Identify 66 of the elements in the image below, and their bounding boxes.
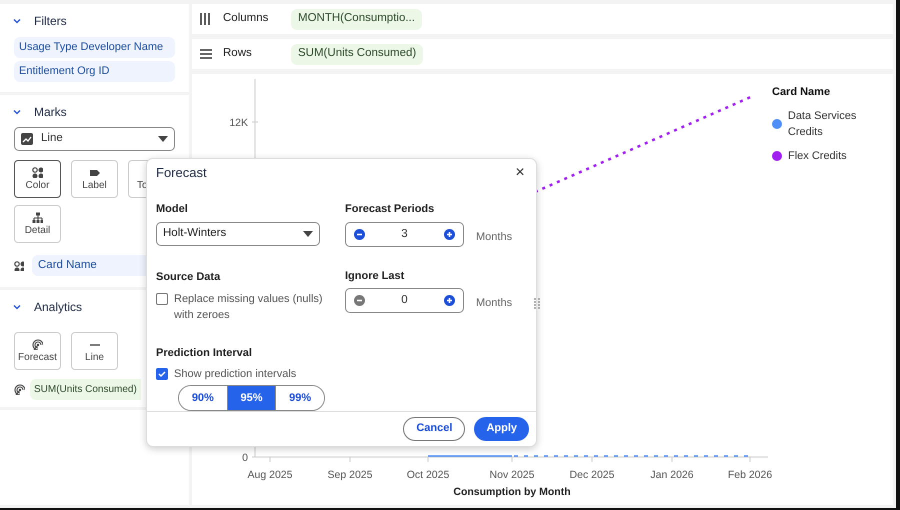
interval-option[interactable]: 95% (226, 386, 276, 410)
axis-tick-label: Feb 2026 (728, 469, 772, 481)
legend-label: Flex Credits (788, 148, 847, 164)
axis-tick-label: Nov 2025 (490, 469, 534, 481)
section-title: Analytics (34, 299, 82, 316)
unit-label: Months (476, 296, 512, 312)
dots-icon (32, 167, 43, 178)
chevron-down-icon[interactable] (12, 107, 22, 117)
rows-icon (199, 47, 213, 61)
caret-icon (158, 136, 168, 142)
mark-button[interactable]: Label (71, 160, 118, 198)
radar-icon (32, 339, 43, 350)
tag-icon (89, 167, 100, 178)
hierarchy-icon (32, 212, 43, 223)
legend-title: Card Name (772, 85, 832, 100)
number-stepper[interactable]: 0 (345, 288, 464, 314)
axis-tick-label: 12K (229, 117, 248, 129)
legend-label: Data Services Credits (788, 108, 858, 140)
checkbox[interactable] (156, 293, 168, 306)
axis-tick-label: Aug 2025 (248, 469, 292, 481)
axis-title: Consumption by Month (453, 486, 571, 498)
field-label: Model (156, 202, 189, 218)
checkbox[interactable] (156, 368, 168, 380)
shelf-label: Columns (223, 11, 270, 26)
axis-tick-label: Dec 2025 (570, 469, 614, 481)
unit-label: Months (476, 230, 512, 245)
caret-icon (303, 230, 313, 237)
model-dropdown[interactable]: Holt-Winters (156, 222, 320, 246)
axis-tick-label: 0 (242, 452, 248, 464)
plus-icon (444, 295, 455, 306)
apply-button[interactable]: Apply (474, 416, 529, 441)
filter-pill[interactable]: Usage Type Developer Name (14, 37, 175, 58)
radar-icon (14, 384, 25, 395)
field-label: Ignore Last (345, 268, 406, 284)
mark-button[interactable]: Detail (14, 205, 61, 243)
checkmark-icon (158, 370, 166, 378)
mark-button[interactable]: Color (14, 160, 61, 198)
shelf-label: Rows (223, 46, 253, 62)
field-pill[interactable]: SUM(Units Consumed) (30, 379, 141, 400)
section-title: Filters (34, 13, 67, 30)
interval-option[interactable]: 99% (275, 386, 324, 410)
drag-handle-icon (534, 298, 540, 310)
filter-pill[interactable]: Entitlement Org ID (14, 61, 175, 82)
axis-tick-label: Sep 2025 (328, 469, 372, 481)
close-button[interactable]: × (513, 164, 527, 181)
columns-icon (199, 12, 213, 26)
axis-tick-label: Oct 2025 (406, 469, 450, 481)
field-label: Forecast Periods (345, 202, 436, 218)
dots-icon (14, 260, 24, 270)
dialog-title: Forecast (156, 164, 207, 182)
chevron-down-icon[interactable] (12, 16, 22, 26)
line-chart-icon (21, 133, 33, 145)
checkbox-label: Show prediction intervals (174, 366, 296, 382)
chevron-down-icon[interactable] (12, 302, 22, 312)
mark-button[interactable]: Line (71, 332, 118, 370)
section-title: Marks (34, 104, 67, 121)
field-label: Prediction Interval (156, 346, 253, 362)
shelf-pill[interactable]: SUM(Units Consumed) (291, 44, 424, 64)
mark-button[interactable]: Forecast (14, 332, 61, 370)
plus-icon (444, 228, 455, 240)
axis-tick-label: Jan 2026 (650, 469, 694, 481)
number-stepper[interactable]: 3 (345, 222, 464, 247)
checkbox-label: Replace missing values (nulls) with zeroes (174, 292, 324, 324)
cancel-button[interactable]: Cancel (403, 416, 466, 441)
mark-type-dropdown[interactable]: Line (14, 127, 175, 151)
shelf-pill[interactable]: MONTH(Consumptio... (291, 8, 422, 30)
